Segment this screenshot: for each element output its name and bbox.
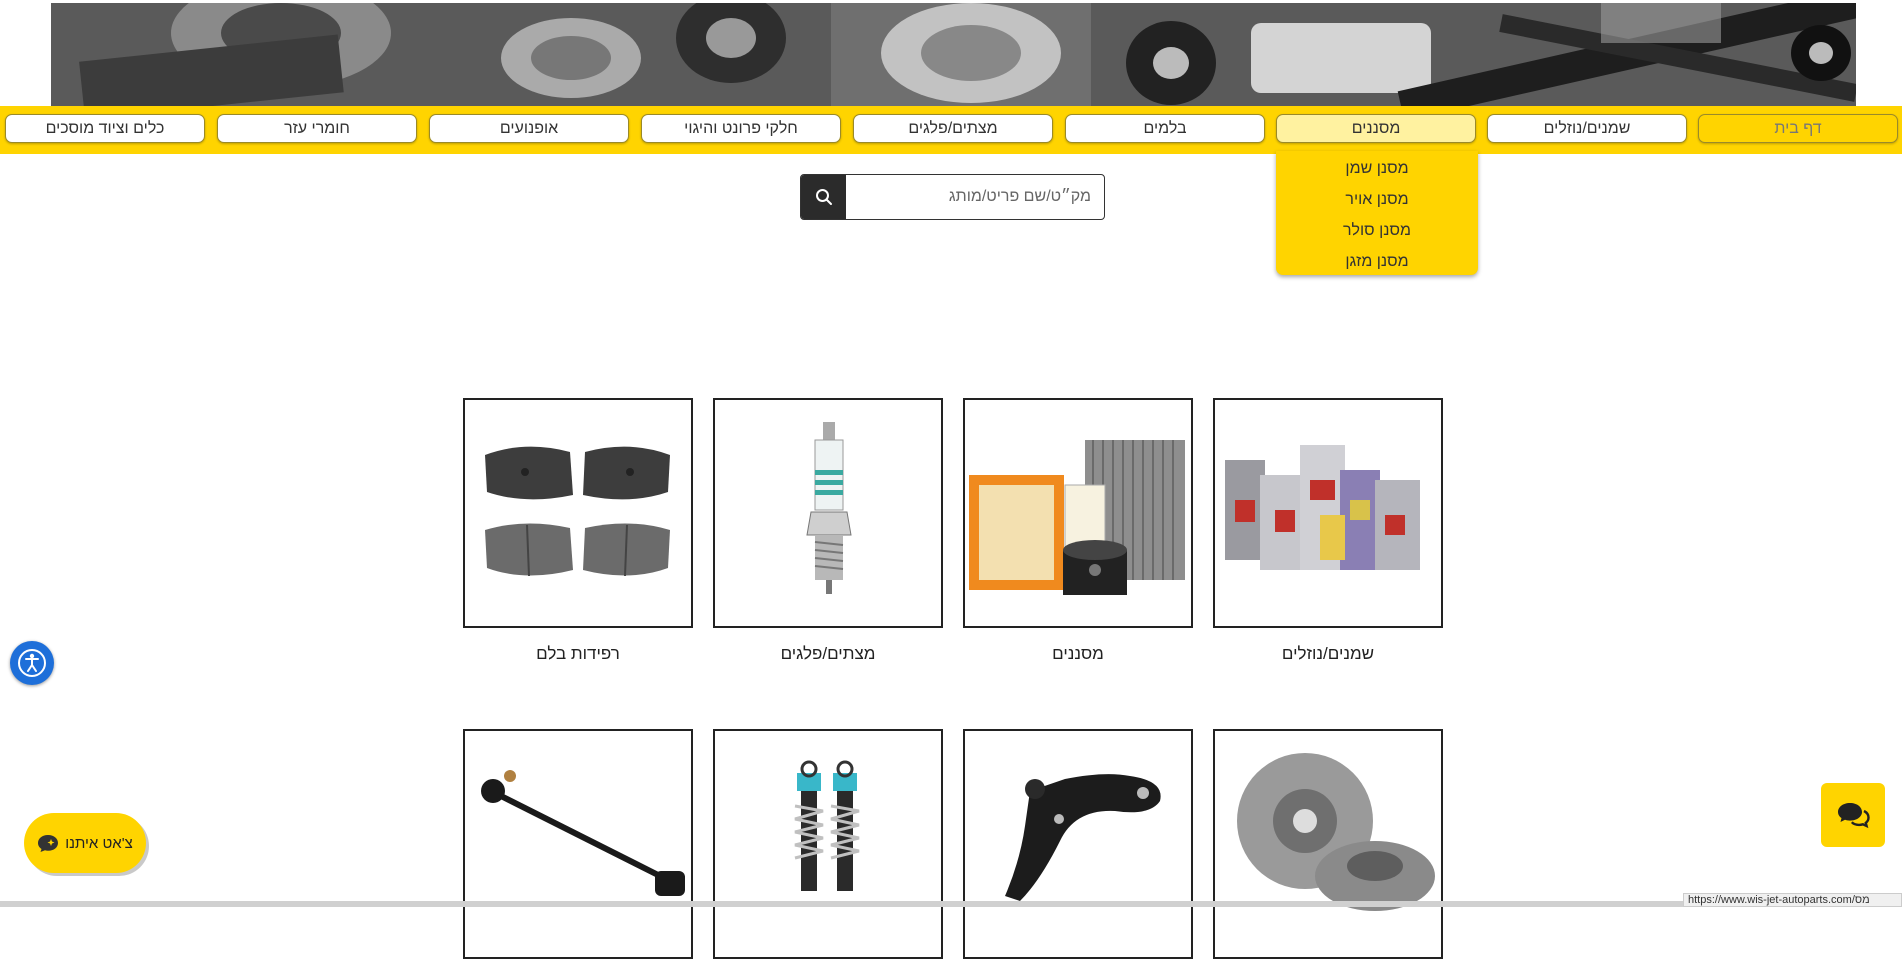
search-input[interactable] — [847, 175, 1099, 219]
category-card-control-arm[interactable] — [963, 729, 1193, 959]
filters-image — [969, 440, 1185, 595]
dropdown-item-air-filter[interactable]: מסנן אויר — [1276, 186, 1478, 214]
brake-pads-image — [485, 446, 670, 577]
category-card-spark-plugs[interactable] — [713, 398, 943, 628]
search-button[interactable] — [801, 175, 846, 219]
nav-item-auxiliary[interactable]: חומרי עזר — [217, 114, 417, 143]
category-card-brake-pads[interactable] — [463, 398, 693, 628]
accessibility-icon — [18, 649, 46, 677]
main-navigation: דף בית שמנים/נוזלים מסננים בלמים מצתים/פ… — [0, 106, 1902, 154]
shock-absorbers-image — [794, 760, 860, 891]
brake-disc-image — [1237, 753, 1435, 911]
category-label-spark-plugs[interactable]: מצתים/פלגים — [713, 644, 943, 664]
category-label-filters[interactable]: מסננים — [963, 644, 1193, 664]
category-card-stabilizer-link[interactable] — [463, 729, 693, 959]
header-banner-image — [51, 3, 1856, 106]
nav-item-motorcycles[interactable]: אופנועים — [429, 114, 629, 143]
nav-item-home[interactable]: דף בית — [1698, 114, 1898, 143]
search-icon — [815, 189, 832, 205]
nav-item-filters[interactable]: מסננים — [1276, 114, 1476, 143]
chat-widget-button[interactable] — [1821, 783, 1885, 847]
category-card-brake-discs[interactable] — [1213, 729, 1443, 959]
category-card-oils[interactable] — [1213, 398, 1443, 628]
nav-item-garage-tools[interactable]: כלים וציוד מוסכים — [5, 114, 205, 143]
spark-plug-image — [806, 422, 852, 594]
nav-item-spark-plugs[interactable]: מצתים/פלגים — [853, 114, 1053, 143]
chat-bubble-icon — [38, 835, 59, 852]
filters-dropdown-menu: מסנן שמן מסנן אויר מסנן סולר מסנן מזגן — [1276, 151, 1478, 275]
product-search — [800, 174, 1105, 220]
nav-item-brakes[interactable]: בלמים — [1065, 114, 1265, 143]
status-bar-url: https://www.wis-jet-autoparts.com/מס — [1683, 893, 1902, 907]
category-card-filters[interactable] — [963, 398, 1193, 628]
category-card-shock-absorbers[interactable] — [713, 729, 943, 959]
accessibility-button[interactable] — [10, 641, 54, 685]
dropdown-item-ac-filter[interactable]: מסנן מזגן — [1276, 248, 1478, 276]
chat-with-us-button[interactable]: צ'אט איתנו — [24, 813, 146, 873]
control-arm-image — [1005, 774, 1161, 901]
horizontal-scrollbar[interactable] — [0, 901, 1683, 907]
dropdown-item-diesel-filter[interactable]: מסנן סולר — [1276, 217, 1478, 245]
chat-icon — [1838, 803, 1870, 829]
nav-item-oils[interactable]: שמנים/נוזלים — [1487, 114, 1687, 143]
oil-bottles-image — [1215, 445, 1441, 570]
nav-item-front-steering[interactable]: חלקי פרונט והיגוי — [641, 114, 841, 143]
chat-label: צ'אט איתנו — [65, 834, 133, 852]
stabilizer-link-image — [481, 770, 685, 896]
category-label-brake-pads[interactable]: רפידות בלם — [463, 644, 693, 664]
category-label-oils[interactable]: שמנים/נוזלים — [1213, 644, 1443, 664]
dropdown-item-oil-filter[interactable]: מסנן שמן — [1276, 155, 1478, 183]
